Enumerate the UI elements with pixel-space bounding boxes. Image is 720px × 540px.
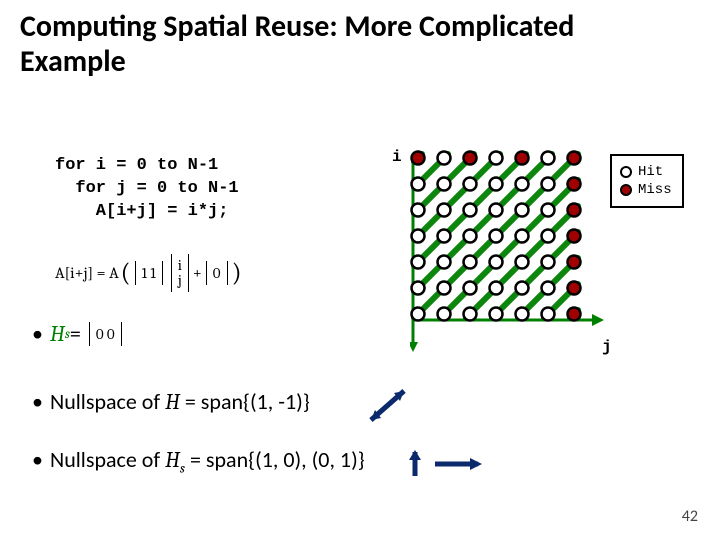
nshs-prefix: Nullspace of	[50, 446, 165, 473]
axes-arrows-icon	[400, 448, 490, 480]
code-line-2: for j = 0 to N-1	[55, 179, 239, 198]
slide-title: Computing Spatial Reuse: More Complicate…	[20, 10, 680, 79]
nsh-prefix: Nullspace of	[50, 388, 165, 415]
circle-icon	[620, 166, 632, 178]
code-line-1: for i = 0 to N-1	[55, 156, 218, 175]
hs-H: H	[50, 321, 65, 347]
diagonal-arrow-icon	[366, 385, 416, 425]
code-block: for i = 0 to N-1 for j = 0 to N-1 A[i+j]…	[55, 155, 239, 224]
legend: Hit Miss	[610, 154, 684, 208]
eq-offset-matrix: 0	[206, 261, 228, 285]
code-line-3: A[i+j] = i*j;	[55, 202, 228, 221]
nshs-text: = span{(1, 0), (0, 1)}	[185, 446, 365, 473]
eq-row-matrix: 1 1	[135, 261, 163, 285]
eq-plus: +	[193, 264, 202, 282]
eq-col-matrix: i j	[171, 254, 189, 292]
page-number: 42	[682, 507, 698, 526]
bullet-nullspace-h: •Nullspace of H = span{(1, -1)}	[32, 388, 310, 415]
iteration-plot	[410, 150, 610, 360]
nsh-text: = span{(1, -1)}	[180, 388, 310, 415]
nsh-H: H	[165, 389, 180, 415]
legend-miss: Miss	[620, 182, 672, 198]
axis-j-label: j	[602, 338, 612, 356]
slide: Computing Spatial Reuse: More Complicate…	[0, 0, 720, 540]
eq-lhs: A[i+j] = A	[55, 264, 119, 282]
hs-eq: =	[70, 320, 81, 347]
bullet-hs: • Hs = 0 0	[32, 320, 126, 347]
hs-matrix: 0 0	[89, 322, 122, 346]
axis-i-label: i	[392, 148, 402, 166]
legend-hit: Hit	[620, 164, 672, 180]
bullet-nullspace-hs: •Nullspace of Hs = span{(1, 0), (0, 1)}	[32, 446, 365, 476]
nshs-H: H	[165, 447, 180, 473]
access-equation: A[i+j] = A ( 1 1 i j + 0 )	[55, 248, 242, 298]
filled-circle-icon	[620, 184, 632, 196]
